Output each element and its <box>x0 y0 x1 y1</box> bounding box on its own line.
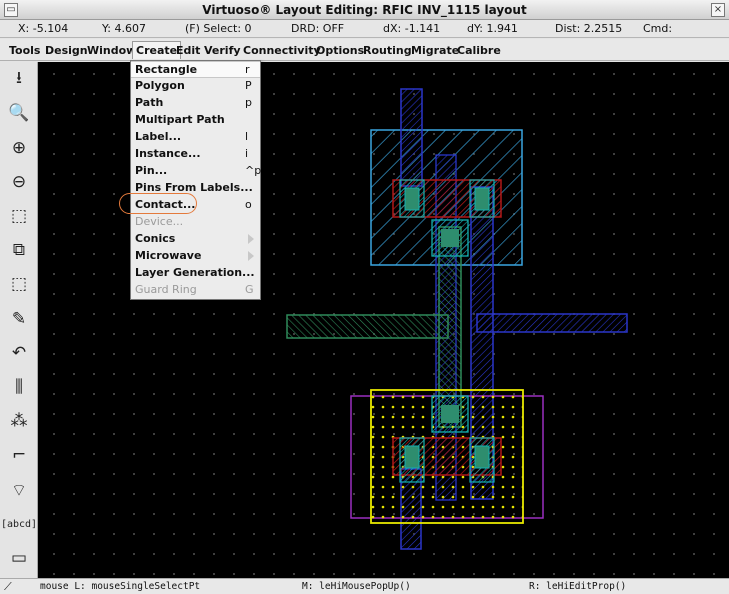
menu-connectivity[interactable]: Connectivity <box>243 44 321 57</box>
path-icon[interactable]: ⌐ <box>6 442 32 468</box>
properties-icon[interactable]: ⫼ <box>6 374 32 400</box>
menu-item-contact[interactable]: Contact... o <box>131 197 260 214</box>
menu-create[interactable]: Create <box>132 41 182 59</box>
menu-item-device: Device... <box>135 215 184 228</box>
submenu-arrow-icon <box>248 251 254 261</box>
virtuoso-window: ▭ Virtuoso® Layout Editing: RFIC INV_111… <box>0 0 729 594</box>
undo-icon[interactable]: ↶ <box>6 340 32 366</box>
menu-item-label[interactable]: Label... l <box>131 129 260 146</box>
menu-item-conics[interactable]: Conics <box>131 231 260 248</box>
status-y: Y: 4.607 <box>102 22 146 35</box>
status-x: X: -5.104 <box>18 22 69 35</box>
create-menu-dropdown: Rectangle r Polygon P Path p Multipart Path… <box>130 60 261 300</box>
title-bar[interactable]: ▭ Virtuoso® Layout Editing: RFIC INV_111… <box>0 0 729 20</box>
zoom-out-icon[interactable]: ⊖ <box>6 169 32 195</box>
save-icon[interactable]: ⭳ <box>6 66 32 92</box>
menu-calibre[interactable]: Calibre <box>457 44 501 57</box>
menu-window[interactable]: Window <box>87 44 136 57</box>
mouse-right-binding: R: leHiEditProp() <box>529 581 627 592</box>
menu-bar: Tools Design Window Create Edit Verify C… <box>0 39 729 61</box>
copy-icon[interactable]: ⧉ <box>6 237 32 263</box>
status-drd: DRD: OFF <box>291 22 345 35</box>
window-title: Virtuoso® Layout Editing: RFIC INV_1115 … <box>202 3 527 17</box>
instance-icon[interactable]: ▭ <box>6 545 32 571</box>
menu-item-pins-from-labels[interactable]: Pins From Labels... <box>131 180 260 197</box>
submenu-arrow-icon <box>248 234 254 244</box>
status-dx: dX: -1.141 <box>383 22 441 35</box>
resize-grip-icon: ⟋ <box>4 580 12 593</box>
zoom-in-icon[interactable]: ⊕ <box>6 135 32 161</box>
menu-migrate[interactable]: Migrate <box>411 44 459 57</box>
menu-item-polygon[interactable]: Polygon P <box>131 78 260 95</box>
menu-item-instance[interactable]: Instance... i <box>131 146 260 163</box>
menu-item-multipart-path[interactable]: Multipart Path <box>131 112 260 129</box>
menu-item-rectangle[interactable]: Rectangle r <box>131 61 260 78</box>
pmos-drain-via[interactable] <box>474 187 490 211</box>
status-dy: dY: 1.941 <box>467 22 518 35</box>
status-cmd: Cmd: <box>643 22 673 35</box>
polygon-icon[interactable]: ⌔ <box>6 477 32 503</box>
poly-input-pin[interactable] <box>286 314 449 339</box>
status-dist: Dist: 2.2515 <box>555 22 623 35</box>
metal1-vdd-strap[interactable] <box>400 88 423 187</box>
menu-design[interactable]: Design <box>45 44 88 57</box>
gate-contact-bottom-via[interactable] <box>441 405 459 423</box>
menu-verify[interactable]: Verify <box>204 44 241 57</box>
status-select-count: (F) Select: 0 <box>185 22 252 35</box>
gate-contact-top-via[interactable] <box>441 229 459 247</box>
label-icon[interactable]: [abcd] <box>1 511 37 537</box>
metal1-output-pin[interactable] <box>476 313 628 333</box>
coordinate-status-bar: X: -5.104 Y: 4.607 (F) Select: 0 DRD: OF… <box>0 20 729 38</box>
menu-tools[interactable]: Tools <box>9 44 40 57</box>
menu-item-layer-generation[interactable]: Layer Generation... <box>131 265 260 282</box>
menu-edit[interactable]: Edit <box>176 44 200 57</box>
left-toolbar: ⭳ 🔍 ⊕ ⊖ ⬚ ⧉ ⬚ ✎ ↶ ⫼ ⁂ ⌐ ⌔ [abcd] ▭ <box>0 62 38 578</box>
close-icon[interactable]: × <box>711 3 725 17</box>
menu-item-microwave[interactable]: Microwave <box>131 248 260 265</box>
command-prompt-bar: ⟋ mouse L: mouseSingleSelectPt M: leHiMo… <box>0 578 729 594</box>
pmos-source-via[interactable] <box>404 187 420 211</box>
hierarchy-icon[interactable]: ⁂ <box>6 408 32 434</box>
stretch-icon[interactable]: ⬚ <box>6 203 32 229</box>
menu-item-guard-ring: Guard Ring G <box>135 283 254 296</box>
mouse-middle-binding: M: leHiMousePopUp() <box>302 581 411 592</box>
move-icon[interactable]: ⬚ <box>6 271 32 297</box>
menu-item-pin[interactable]: Pin... ^p <box>131 163 261 180</box>
menu-item-path[interactable]: Path p <box>131 95 260 112</box>
menu-routing[interactable]: Routing <box>363 44 412 57</box>
nmos-drain-via[interactable] <box>474 445 490 469</box>
nmos-source-via[interactable] <box>404 445 420 469</box>
menu-options[interactable]: Options <box>316 44 364 57</box>
mouse-left-binding: mouse L: mouseSingleSelectPt <box>40 581 201 592</box>
delete-icon[interactable]: ✎ <box>6 306 32 332</box>
fit-view-icon[interactable]: 🔍 <box>6 100 32 126</box>
